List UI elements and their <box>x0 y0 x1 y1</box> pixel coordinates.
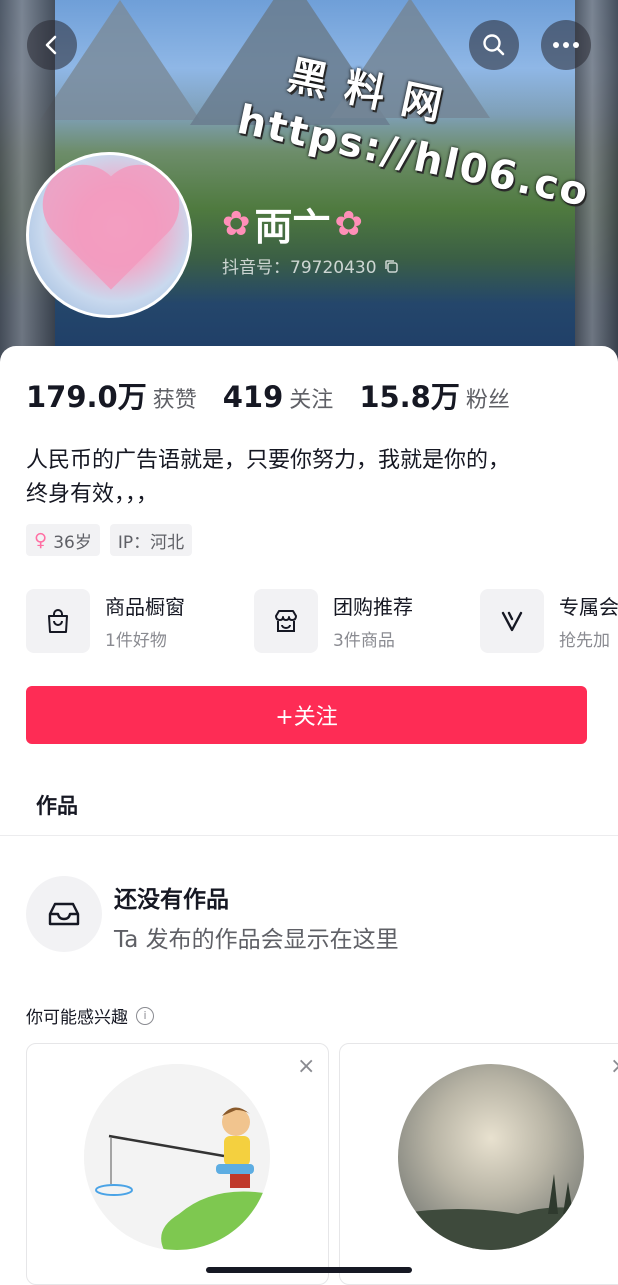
back-button[interactable] <box>27 20 77 70</box>
douyin-id-text: 抖音号：79720430 <box>222 258 377 278</box>
nickname-text: 両亠 <box>254 205 331 249</box>
service-group-buy[interactable]: 团购推荐 3件商品 <box>254 589 413 653</box>
search-button[interactable] <box>469 20 519 70</box>
store-icon <box>254 589 318 653</box>
female-icon: ♀ <box>34 529 48 551</box>
douyin-id[interactable]: 抖音号：79720430 <box>222 253 399 278</box>
nickname: ✿ 両亠 ✿ <box>222 196 363 251</box>
empty-state-title: 还没有作品 <box>114 887 229 913</box>
service-subtitle: 3件商品 <box>333 631 395 651</box>
info-icon[interactable]: i <box>136 1006 154 1025</box>
search-icon <box>483 34 505 56</box>
stat-likes-value: 179.0万 <box>26 380 147 414</box>
close-icon[interactable]: × <box>297 1054 315 1079</box>
stat-following[interactable]: 419 关注 <box>223 380 334 414</box>
service-title: 团购推荐 <box>333 595 413 619</box>
age-tag: ♀ 36岁 <box>26 524 100 556</box>
cherry-blossom-icon: ✿ <box>222 203 251 244</box>
service-shop-window[interactable]: 商品橱窗 1件好物 <box>26 589 185 653</box>
stat-following-label: 关注 <box>289 388 334 413</box>
fishing-boy-illustration <box>84 1064 270 1250</box>
stat-followers-value: 15.8万 <box>359 380 460 414</box>
tab-works[interactable]: 作品 <box>36 790 78 820</box>
cherry-blossom-icon: ✿ <box>334 203 364 244</box>
age-tag-label: 36岁 <box>53 532 92 553</box>
service-exclusive[interactable]: 专属会 抢先加 <box>480 589 618 653</box>
recommend-header: 你可能感兴趣 i <box>26 1003 154 1028</box>
shopping-bag-icon <box>26 589 90 653</box>
recommend-avatar[interactable] <box>398 1064 584 1250</box>
close-icon[interactable]: × <box>610 1054 618 1079</box>
follow-button[interactable]: +关注 <box>26 686 587 744</box>
recommend-card[interactable]: × <box>26 1043 329 1285</box>
recommend-card[interactable]: × <box>339 1043 618 1285</box>
ip-tag-label: IP：河北 <box>117 532 185 553</box>
service-subtitle: 1件好物 <box>105 631 167 651</box>
stat-likes-label: 获赞 <box>152 388 197 413</box>
recommend-label: 你可能感兴趣 <box>26 1008 128 1028</box>
tags-row: ♀ 36岁 IP：河北 <box>26 524 193 556</box>
recommend-avatar[interactable] <box>84 1064 270 1250</box>
ip-tag: IP：河北 <box>109 524 193 556</box>
stat-likes[interactable]: 179.0万 获赞 <box>26 374 197 416</box>
copy-icon[interactable] <box>383 258 399 274</box>
more-button[interactable] <box>541 20 591 70</box>
bio: 人民币的广告语就是，只要你努力，我就是你的， 终身有效，，， <box>26 444 596 512</box>
bio-line2: 终身有效，，， <box>26 482 159 507</box>
stats-row: 179.0万 获赞 419 关注 15.8万 粉丝 <box>26 374 510 416</box>
sky-landscape-photo <box>398 1174 584 1250</box>
inbox-icon <box>26 876 102 952</box>
stat-followers-label: 粉丝 <box>465 388 510 413</box>
bio-line1: 人民币的广告语就是，只要你努力，我就是你的， <box>26 448 511 473</box>
avatar[interactable] <box>26 152 192 318</box>
more-dots-icon <box>553 42 579 48</box>
empty-state-subtitle: Ta 发布的作品会显示在这里 <box>114 927 399 953</box>
service-title: 专属会 <box>559 595 618 619</box>
chevron-left-icon <box>45 35 57 55</box>
v-badge-icon <box>480 589 544 653</box>
service-subtitle: 抢先加 <box>559 631 610 651</box>
home-indicator <box>206 1267 412 1273</box>
divider <box>0 835 618 836</box>
stat-followers[interactable]: 15.8万 粉丝 <box>359 374 510 416</box>
stat-following-value: 419 <box>222 380 284 414</box>
service-title: 商品橱窗 <box>105 595 185 619</box>
